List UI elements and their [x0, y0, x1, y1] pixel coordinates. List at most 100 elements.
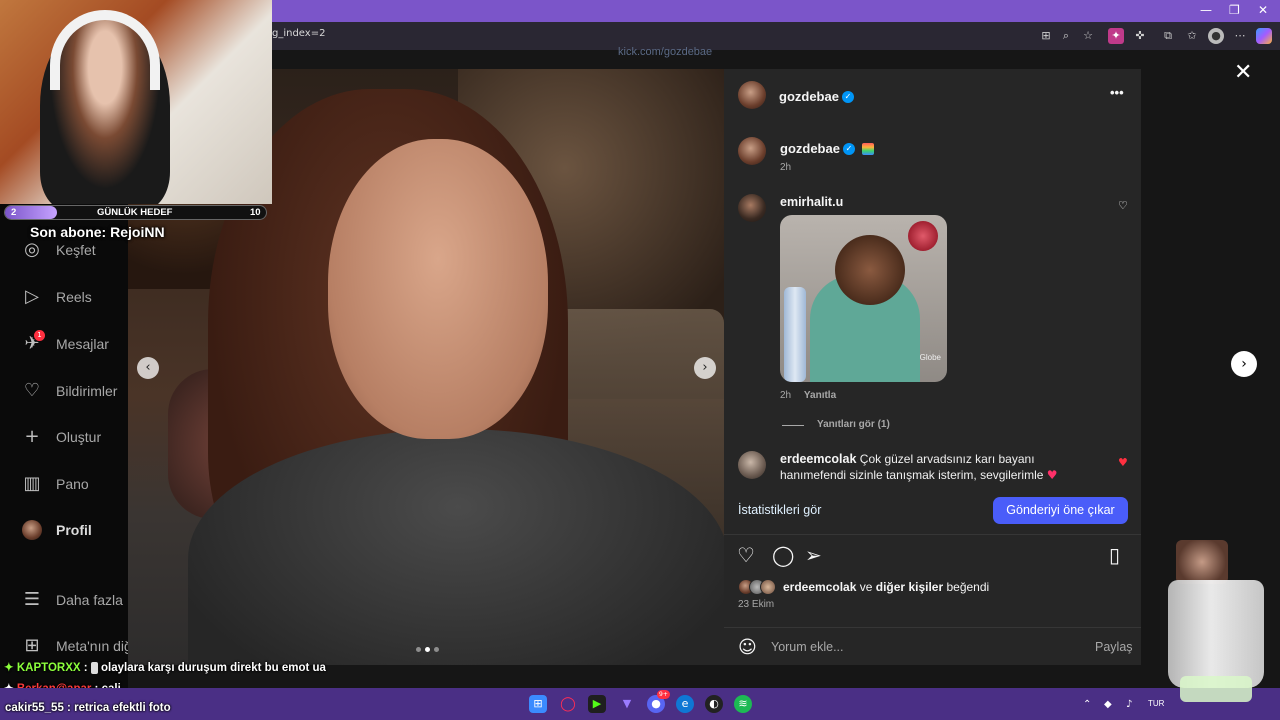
chat-text: retrica efektli foto [74, 702, 171, 714]
browser-menu-icon[interactable]: ⋯ [1232, 28, 1248, 44]
opera-icon[interactable]: ◯ [559, 695, 577, 713]
edge-icon[interactable]: e [676, 695, 694, 713]
nav-item-profile[interactable]: Profil [22, 520, 92, 540]
favorites-icon[interactable]: ✩ [1184, 28, 1200, 44]
liked-by-text[interactable]: erdeemcolak ve diğer kişiler beğendi [783, 580, 989, 594]
nav-item-explore[interactable]: ◎ Keşfet [22, 240, 96, 260]
comment-bubble-icon[interactable]: ◯ [772, 543, 794, 567]
chat-separator: : [67, 702, 71, 714]
streaming-app-icon[interactable]: ▶ [588, 695, 606, 713]
verified-badge-icon: ✓ [842, 142, 855, 155]
plus-icon: + [24, 426, 40, 447]
menu-icon: ☰ [23, 589, 41, 610]
commenter-avatar[interactable] [738, 451, 766, 479]
language-indicator[interactable]: TUR [1148, 699, 1164, 708]
tray-chevron-icon[interactable]: ⌃ [1083, 699, 1091, 710]
commenter-avatar[interactable] [738, 194, 766, 222]
photo-subject-face [328, 139, 548, 439]
emoji-icon[interactable]: ☺ [738, 637, 757, 658]
like-heart-icon[interactable]: ♡ [737, 543, 755, 567]
split-screen-icon[interactable]: ⧉ [1160, 28, 1176, 44]
nav-item-label: Pano [56, 476, 89, 492]
liked-comment-heart-icon[interactable]: ♥ [1118, 456, 1128, 469]
nav-item-meta-apps[interactable]: ⊞ Meta'nın diğ [22, 635, 131, 656]
nav-item-label: Profil [56, 522, 92, 538]
nav-item-notifications[interactable]: ♡ Bildirimler [22, 380, 118, 401]
boost-post-button[interactable]: Gönderiyi öne çıkar [993, 497, 1128, 524]
caption-username[interactable]: gozdebae [780, 141, 840, 156]
extensions-puzzle-icon[interactable]: ✜ [1132, 28, 1148, 44]
more-options-button[interactable]: ••• [1110, 85, 1124, 100]
liked-by-username[interactable]: erdeemcolak [783, 580, 856, 594]
background-thumbnail [1176, 540, 1228, 584]
nav-item-create[interactable]: + Oluştur [22, 427, 101, 447]
app-icon[interactable]: ⊞ [1038, 28, 1054, 44]
extension-icon[interactable]: ✦ [1108, 28, 1124, 44]
zoom-icon[interactable]: ⌕ [1058, 28, 1074, 44]
tray-app-icon[interactable]: ◆ [1104, 699, 1112, 710]
favorite-star-icon[interactable]: ☆ [1080, 28, 1096, 44]
author-avatar[interactable] [738, 81, 766, 109]
post-panel: gozdebae ✓ ••• gozdebae ✓ 2h emirhalit.u ♡… [724, 69, 1141, 665]
nav-item-messages[interactable]: ✈ 1 Mesajlar [22, 330, 109, 354]
minimize-button[interactable]: — [1200, 3, 1212, 17]
gif-splat [908, 221, 938, 251]
view-insights-link[interactable]: İstatistikleri gör [738, 503, 821, 517]
nav-item-label: Keşfet [56, 242, 96, 258]
microphone-icon[interactable]: ♪ [1126, 699, 1132, 710]
caption-avatar[interactable] [738, 137, 766, 165]
last-subscriber: Son abone: RejoiNN [30, 224, 165, 240]
next-image-button[interactable]: › [694, 357, 716, 379]
cup-overlay [1168, 580, 1264, 688]
chat-separator: : [83, 662, 88, 674]
daily-goal-bar: 2 GÜNLÜK HEDEF 10 [4, 205, 267, 220]
nav-item-dashboard[interactable]: ▥ Pano [22, 474, 89, 494]
commenter-username[interactable]: erdeemcolak [780, 452, 856, 466]
divider [724, 534, 1141, 535]
post-date: 23 Ekim [738, 599, 775, 610]
goal-label: GÜNLÜK HEDEF [97, 207, 173, 218]
carousel-dots [416, 647, 439, 652]
commenter-username[interactable]: emirhalit.u [780, 195, 843, 209]
post-comment-button[interactable]: Paylaş [1095, 640, 1133, 654]
apps-icon: ⊞ [24, 635, 40, 656]
obs-icon[interactable]: ◐ [705, 695, 723, 713]
verified-badge-icon: ✓ [841, 90, 854, 103]
windows-start-icon[interactable]: ⊞ [529, 695, 547, 713]
discord-icon[interactable]: ● 9+ [647, 690, 670, 713]
close-modal-icon[interactable]: ✕ [1234, 60, 1252, 85]
rainbow-emoji-icon [862, 142, 875, 155]
avatar [22, 520, 42, 540]
nav-item-more[interactable]: ☰ Daha fazla [22, 590, 123, 610]
nav-item-label: Oluştur [56, 429, 102, 445]
liked-by-connector: ve [859, 580, 873, 594]
restore-button[interactable]: ❐ [1229, 3, 1240, 17]
view-replies-button[interactable]: Yanıtları gör (1) [817, 419, 890, 430]
spotify-icon[interactable]: ≋ [734, 695, 752, 713]
chat-username: cakir55_55 [5, 702, 64, 714]
nav-item-reels[interactable]: ▷ Reels [22, 287, 92, 307]
like-comment-heart-icon[interactable]: ♡ [1118, 199, 1128, 212]
profile-avatar-icon[interactable]: ● [1208, 28, 1224, 44]
comment-gif[interactable]: Globe [780, 215, 947, 382]
save-bookmark-icon[interactable]: ▯ [1109, 543, 1120, 567]
prev-image-button[interactable]: ‹ [137, 357, 159, 379]
chat-badge-icon: ✦ [4, 662, 14, 674]
vpn-icon[interactable]: ▼ [618, 695, 636, 713]
comment-input[interactable]: Yorum ekle... [771, 640, 844, 654]
liked-by-others[interactable]: diğer kişiler [876, 580, 943, 594]
heart-icon: ♡ [23, 380, 41, 401]
reply-button[interactable]: Yanıtla [804, 390, 836, 401]
next-post-button[interactable]: › [1231, 351, 1257, 377]
copilot-icon[interactable] [1256, 28, 1272, 44]
post-author[interactable]: gozdebae ✓ [779, 88, 854, 106]
url-text[interactable]: g_index=2 [272, 28, 325, 39]
liked-by-suffix: beğendi [946, 580, 990, 594]
heart-emoji-icon: ♥ [1046, 468, 1058, 482]
window-close-button[interactable]: ✕ [1258, 3, 1268, 17]
share-paper-plane-icon[interactable]: ➢ [805, 543, 822, 567]
nav-item-label: Daha fazla [56, 592, 123, 608]
author-username[interactable]: gozdebae [779, 89, 839, 104]
caption-author[interactable]: gozdebae ✓ [780, 140, 875, 158]
webcam-overlay [0, 0, 272, 204]
